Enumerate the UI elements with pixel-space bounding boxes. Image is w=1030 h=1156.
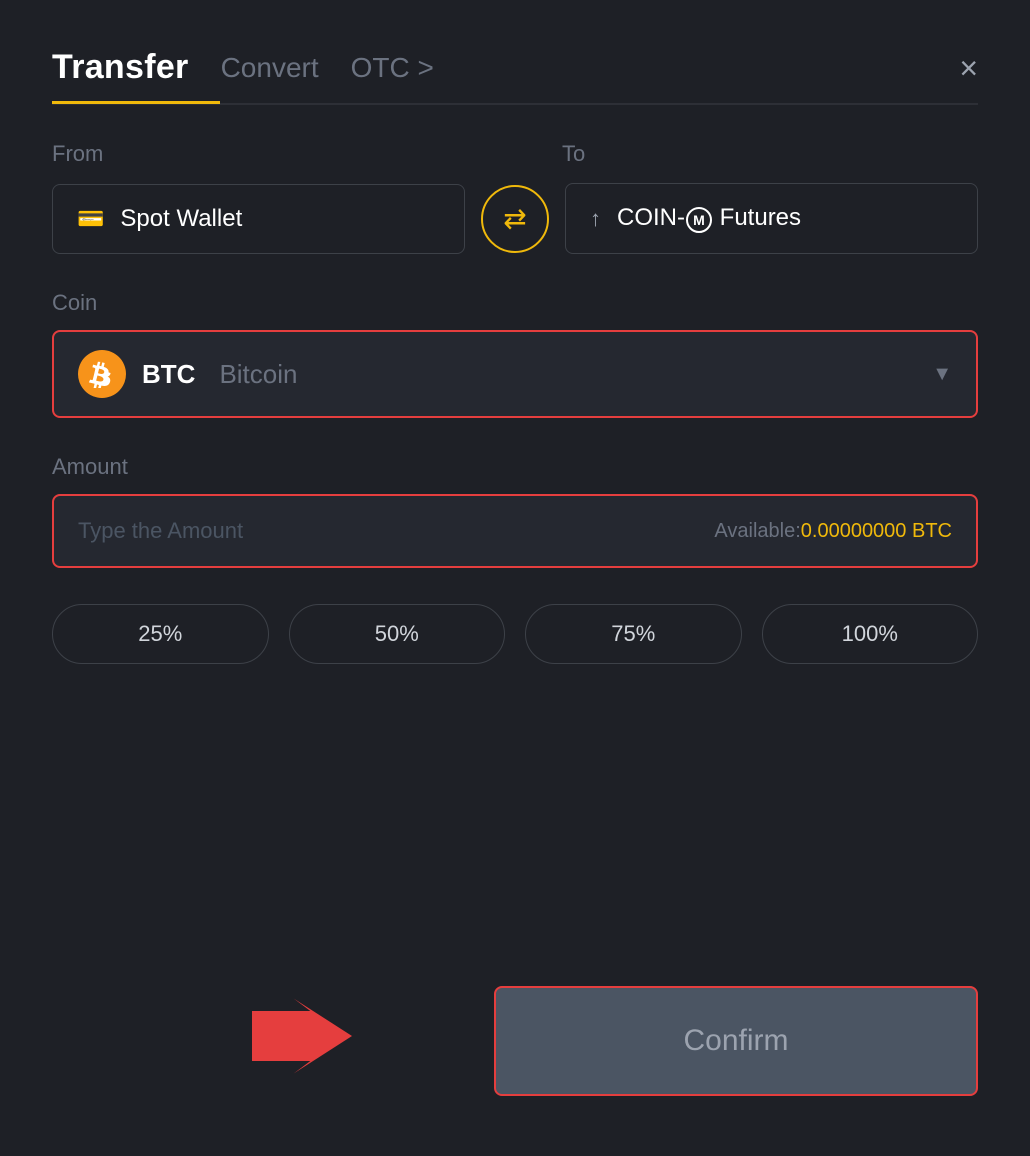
amount-section: Amount Type the Amount Available: 0.0000… <box>52 454 978 568</box>
percent-100-button[interactable]: 100% <box>762 604 979 664</box>
from-label: From <box>52 141 482 167</box>
from-to-labels: From To <box>52 141 978 167</box>
modal-header: Transfer Convert OTC > × <box>52 48 978 87</box>
coin-label: Coin <box>52 290 978 316</box>
tab-transfer[interactable]: Transfer <box>52 48 189 87</box>
swap-button[interactable]: ⇄ <box>481 185 549 253</box>
to-wallet-label: COIN-M Futures <box>617 204 801 233</box>
arrow-icon <box>252 991 352 1081</box>
from-wallet-label: Spot Wallet <box>120 205 242 233</box>
swap-icon: ⇄ <box>503 202 526 235</box>
amount-label: Amount <box>52 454 978 480</box>
futures-icon: ↑ <box>590 206 601 232</box>
coin-symbol: BTC <box>142 359 195 390</box>
coin-section: Coin BTC Bitcoin ▼ <box>52 290 978 418</box>
from-to-row: 💳 Spot Wallet ⇄ ↑ COIN-M Futures <box>52 183 978 254</box>
wallet-icon: 💳 <box>77 206 104 232</box>
percent-25-button[interactable]: 25% <box>52 604 269 664</box>
bottom-area: Confirm <box>52 986 978 1096</box>
from-wallet-selector[interactable]: 💳 Spot Wallet <box>52 184 465 254</box>
available-amount: 0.00000000 BTC <box>801 520 952 543</box>
from-to-section: From To 💳 Spot Wallet ⇄ ↑ COIN-M Futures <box>52 141 978 254</box>
tab-active-underline <box>52 101 220 104</box>
percent-50-button[interactable]: 50% <box>289 604 506 664</box>
to-label: To <box>562 141 585 167</box>
chevron-down-icon: ▼ <box>932 363 952 386</box>
arrow-indicator <box>252 991 352 1086</box>
coin-selector[interactable]: BTC Bitcoin ▼ <box>52 330 978 418</box>
close-button[interactable]: × <box>959 52 978 84</box>
available-label: Available: <box>714 520 800 543</box>
tab-convert[interactable]: Convert <box>221 52 319 84</box>
tab-underline-container <box>52 103 978 105</box>
btc-icon <box>78 350 126 398</box>
amount-placeholder: Type the Amount <box>78 518 714 544</box>
confirm-button[interactable]: Confirm <box>494 986 978 1096</box>
amount-input-container[interactable]: Type the Amount Available: 0.00000000 BT… <box>52 494 978 568</box>
percent-row: 25% 50% 75% 100% <box>52 604 978 664</box>
coin-full-name: Bitcoin <box>219 359 297 390</box>
tab-otc[interactable]: OTC > <box>351 52 434 84</box>
transfer-modal: Transfer Convert OTC > × From To 💳 Spot … <box>0 0 1030 1156</box>
to-wallet-selector[interactable]: ↑ COIN-M Futures <box>565 183 978 254</box>
percent-75-button[interactable]: 75% <box>525 604 742 664</box>
